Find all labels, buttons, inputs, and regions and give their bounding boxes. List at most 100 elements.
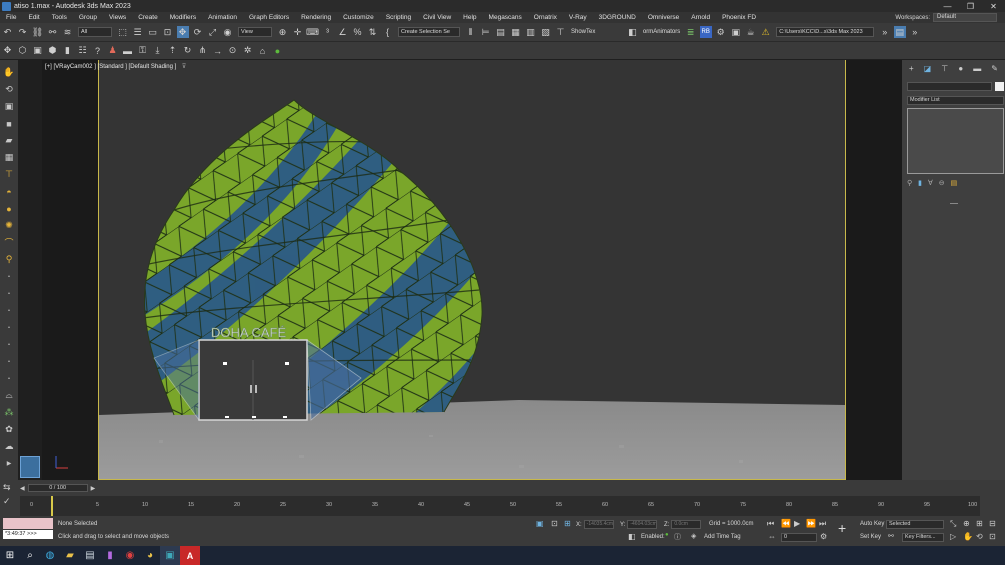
configure-sets-icon[interactable]: ▤ [951, 179, 958, 187]
viewport[interactable]: DOHA CAFÉ [+] [VRayCam002 ] [Standard ] … [42, 60, 902, 480]
x-coord-field[interactable]: -14035.4cm [583, 520, 614, 529]
prev-key-icon[interactable]: ⏪ [781, 519, 791, 528]
group-icon[interactable]: ⬢ [47, 45, 59, 57]
lock-icon[interactable]: ⚿ [137, 45, 149, 57]
selection-lock-icon[interactable]: ⊡ [551, 519, 558, 528]
menu-views[interactable]: Views [103, 14, 132, 21]
plugin-icon[interactable]: ✿ [3, 423, 15, 436]
gear-yellow-icon[interactable]: ✺ [3, 219, 15, 232]
curve-editor-icon[interactable]: ▧ [540, 26, 552, 38]
media-icon[interactable]: ▮ [100, 546, 120, 565]
scene-explorer-icon[interactable]: ▤ [495, 26, 507, 38]
cube-icon[interactable]: ▣ [32, 45, 44, 57]
rb-button[interactable]: RB [699, 26, 712, 38]
set-key-button[interactable]: Set Key [860, 534, 881, 540]
object-color-swatch[interactable] [995, 82, 1004, 91]
minimize-button[interactable]: — [936, 0, 959, 12]
keyboard-shortcut-icon[interactable]: ⌨ [306, 26, 319, 38]
pin-stack-icon[interactable]: ⚲ [907, 179, 912, 187]
percent-snap-icon[interactable]: % [352, 26, 364, 38]
snaps-toggle-icon[interactable]: ³ [322, 26, 334, 38]
next-key-icon[interactable]: ⏩ [806, 519, 816, 528]
render-production-icon[interactable]: ☕ [745, 26, 757, 38]
display-tab-icon[interactable]: ▬ [973, 64, 981, 73]
dish-icon[interactable]: ⌓ [3, 389, 15, 402]
named-selection-select[interactable]: Create Selection Se [398, 27, 460, 37]
restore-button[interactable]: ❐ [959, 0, 982, 12]
rendered-frame-icon[interactable]: ▣ [730, 26, 742, 38]
create-tab-icon[interactable]: + [909, 64, 914, 73]
menu-modifiers[interactable]: Modifiers [164, 14, 202, 21]
set-keys-icon[interactable]: + [838, 520, 846, 536]
menu-3dground[interactable]: 3DGROUND [593, 14, 642, 21]
vray-icon[interactable]: ✓ [3, 496, 11, 507]
layers-stack-icon[interactable]: ≣ [685, 26, 697, 38]
toggle-ribbon-icon[interactable]: ▥ [525, 26, 537, 38]
green-circle-icon[interactable]: ● [272, 45, 284, 57]
dome-icon[interactable]: ◓ [3, 185, 15, 198]
pan-icon[interactable]: ✋ [963, 532, 973, 541]
cloud-icon[interactable]: ☁ [3, 440, 15, 453]
orbit-view-icon[interactable]: ⟲ [976, 532, 983, 541]
select-object-icon[interactable]: ⬚ [117, 26, 129, 38]
auto-key-button[interactable]: Auto Key [860, 521, 884, 527]
show-tex-button[interactable]: ShowTex [571, 29, 595, 35]
adaptive-degradation-icon[interactable]: ◧ [628, 532, 636, 541]
undo-icon[interactable]: ↶ [2, 26, 14, 38]
windows-start-icon[interactable]: ⊞ [0, 546, 20, 565]
menu-animation[interactable]: Animation [202, 14, 243, 21]
file-explorer-icon[interactable]: ▰ [60, 546, 80, 565]
remove-modifier-icon[interactable]: ⊖ [939, 179, 945, 187]
redo-icon[interactable]: ↷ [17, 26, 29, 38]
menu-graph-editors[interactable]: Graph Editors [243, 14, 295, 21]
sphere-icon[interactable]: ● [3, 202, 15, 215]
y-coord-field[interactable]: -4604.03cm [627, 520, 658, 529]
chrome-icon[interactable]: ◕ [140, 546, 160, 565]
enabled-dot-icon[interactable]: ● [665, 532, 669, 538]
next-frame-icon[interactable]: ▶ [91, 485, 96, 492]
bind-spacewarp-icon[interactable]: ≋ [62, 26, 74, 38]
3dsmax-icon[interactable]: ▣ [160, 546, 180, 565]
move-gizmo-icon[interactable]: ⬡ [17, 45, 29, 57]
motion-tab-icon[interactable]: ● [958, 64, 963, 73]
maxscript-output[interactable]: *3:49:37 >>> [3, 530, 53, 539]
refresh-icon[interactable]: ↻ [182, 45, 194, 57]
unlink-icon[interactable]: ⚯ [47, 26, 59, 38]
rect-selection-icon[interactable]: ▭ [147, 26, 159, 38]
viewport-thumbnail[interactable] [20, 456, 40, 478]
viewport-label[interactable]: [+] [VRayCam002 ] [Standard ] [Default S… [45, 64, 176, 70]
camera-icon[interactable]: ▣ [3, 100, 15, 113]
notes-icon[interactable]: ☷ [77, 45, 89, 57]
close-button[interactable]: ✕ [982, 0, 1005, 12]
zoom-extents-all-icon[interactable]: ⊟ [989, 519, 996, 528]
menu-create[interactable]: Create [132, 14, 164, 21]
network-icon[interactable]: ⋔ [197, 45, 209, 57]
layer-explorer-icon[interactable]: ▦ [510, 26, 522, 38]
zoom-extents-icon[interactable]: ⊞ [976, 519, 983, 528]
menu-omniverse[interactable]: Omniverse [642, 14, 685, 21]
key-mode-toggle-icon[interactable]: ⇔ [768, 532, 776, 541]
menu-file[interactable]: File [0, 14, 22, 21]
object-name-field[interactable] [907, 82, 992, 91]
hat-icon[interactable]: ⌂ [257, 45, 269, 57]
selection-filter-select[interactable]: All [78, 27, 112, 37]
help-icon[interactable]: ? [92, 45, 104, 57]
goto-end-icon[interactable]: ⏭ [819, 519, 826, 529]
maxscript-listener[interactable] [3, 518, 53, 529]
prev-frame-icon[interactable]: ◀ [20, 485, 25, 492]
figure-icon[interactable]: ⚲ [3, 253, 15, 266]
current-frame-field[interactable]: 0 [781, 533, 817, 542]
select-manipulate-icon[interactable]: ✛ [292, 26, 304, 38]
viewport-filter-icon[interactable]: ⊽ [182, 64, 186, 70]
show-end-result-icon[interactable]: ▮ [918, 179, 922, 187]
lamp-icon[interactable]: ⌒ [3, 236, 15, 249]
merge-icon[interactable]: ⤓ [152, 45, 164, 57]
make-unique-icon[interactable]: ∀ [928, 179, 933, 187]
menu-phoenix-fd[interactable]: Phoenix FD [716, 14, 762, 21]
hand-icon[interactable]: ✋ [3, 66, 15, 79]
gear-icon[interactable]: ✲ [242, 45, 254, 57]
maximize-viewport-icon[interactable]: ⊡ [989, 532, 996, 541]
key-mode-select[interactable]: Selected [886, 520, 944, 529]
fov-icon[interactable]: ▷ [950, 532, 956, 541]
timeline-toggle-icon[interactable]: ⇆ [3, 482, 11, 493]
